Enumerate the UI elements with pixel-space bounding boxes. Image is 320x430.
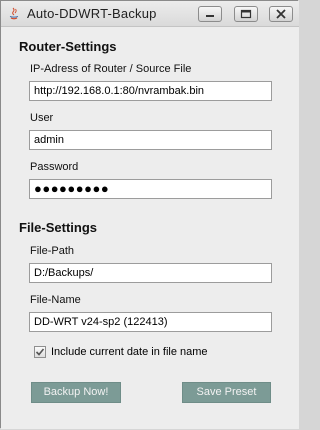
user-field[interactable]: admin [29, 130, 272, 150]
ip-address-field[interactable]: http://192.168.0.1:80/nvrambak.bin [29, 81, 272, 101]
file-name-field[interactable]: DD-WRT v24-sp2 (122413) [29, 312, 272, 332]
java-icon [7, 6, 21, 20]
window-title: Auto-DDWRT-Backup [27, 6, 157, 21]
ip-address-label: IP-Adress of Router / Source File [30, 63, 192, 75]
close-button[interactable] [269, 6, 293, 22]
file-path-field[interactable]: D:/Backups/ [29, 263, 272, 283]
password-label: Password [30, 161, 79, 173]
maximize-icon [240, 9, 252, 19]
file-settings-heading: File-Settings [19, 220, 98, 235]
password-field[interactable]: ●●●●●●●●● [29, 179, 272, 199]
user-label: User [30, 112, 54, 124]
app-window: Auto-DDWRT-Backup Router-Settings IP-Adr… [0, 0, 299, 429]
include-date-checkbox[interactable] [34, 346, 46, 358]
checkmark-icon [35, 348, 45, 356]
file-path-label: File-Path [30, 245, 75, 257]
backup-now-button[interactable]: Backup Now! [31, 382, 121, 403]
title-bar[interactable]: Auto-DDWRT-Backup [1, 1, 299, 27]
file-name-label: File-Name [30, 294, 81, 306]
maximize-button[interactable] [234, 6, 258, 22]
save-preset-button[interactable]: Save Preset [182, 382, 271, 403]
close-icon [276, 9, 286, 19]
minimize-icon [206, 15, 214, 17]
minimize-button[interactable] [198, 6, 222, 22]
router-settings-heading: Router-Settings [19, 39, 117, 54]
form-panel: Router-Settings IP-Adress of Router / So… [1, 27, 299, 429]
include-date-label: Include current date in file name [51, 346, 208, 358]
